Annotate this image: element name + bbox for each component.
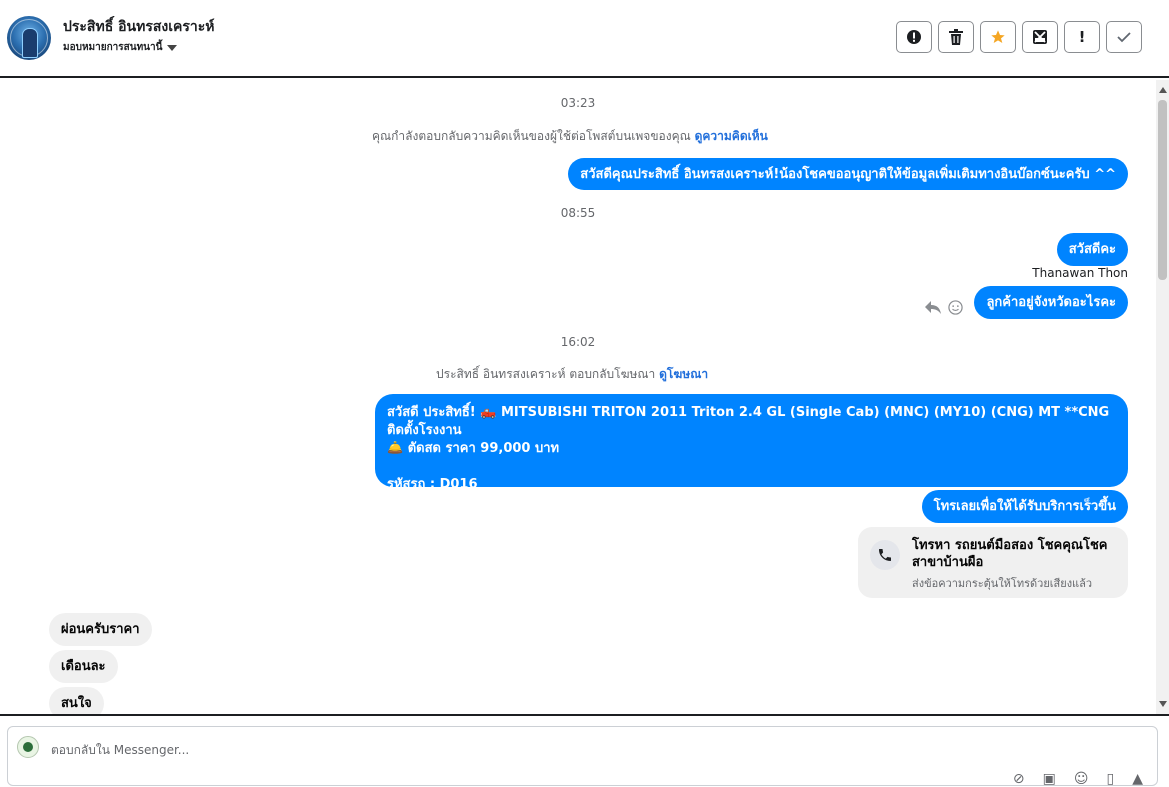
star-button[interactable]	[980, 21, 1016, 53]
important-button[interactable]: !	[1064, 21, 1100, 53]
scroll-thumb[interactable]	[1158, 100, 1167, 280]
mark-done-button[interactable]	[1106, 21, 1142, 53]
view-comment-link[interactable]: ดูความคิดเห็น	[695, 129, 768, 143]
view-ad-link[interactable]: ดูโฆษณา	[659, 367, 708, 381]
mark-spam-button[interactable]	[896, 21, 932, 53]
like-icon[interactable]: ▲	[1132, 771, 1143, 787]
call-request-card[interactable]: โทรหา รถยนต์มือสอง โชคคุณโชค สาขาบ้านผือ…	[858, 527, 1128, 598]
timestamp: 03:23	[560, 96, 596, 110]
reply-placeholder: ตอบกลับใน Messenger...	[51, 743, 190, 757]
exclamation-icon: !	[1078, 28, 1086, 46]
gif-icon[interactable]: ▯	[1107, 771, 1115, 787]
scroll-up-icon[interactable]	[1159, 87, 1167, 93]
caret-down-icon	[167, 44, 178, 51]
header-toolbar: !	[896, 21, 1142, 53]
scroll-down-icon[interactable]	[1159, 701, 1167, 707]
trash-icon	[949, 29, 963, 45]
outgoing-message[interactable]: สวัสดีคะ	[1056, 233, 1128, 266]
incoming-message[interactable]: สนใจ	[49, 687, 104, 714]
outgoing-message[interactable]: สวัสดีคุณประสิทธิ์ อินทรสงเคราะห์!น้องโช…	[568, 158, 1128, 190]
star-icon	[991, 30, 1005, 43]
composer: ตอบกลับใน Messenger... ⊘ ▣ ☺ ▯ ▲	[0, 714, 1169, 787]
emoji-icon[interactable]: ☺	[1074, 771, 1089, 787]
assign-conversation-dropdown[interactable]: มอบหมายการสนทนานี้	[63, 40, 178, 55]
call-card-title: โทรหา รถยนต์มือสอง โชคคุณโชค สาขาบ้านผือ	[912, 538, 1108, 570]
archive-button[interactable]	[1022, 21, 1058, 53]
timestamp: 16:02	[560, 335, 596, 349]
check-icon	[1117, 32, 1131, 43]
call-card-subtitle: ส่งข้อความกระตุ้นให้โทรด้วยเสียงแล้ว	[912, 577, 1093, 590]
archive-icon	[1033, 30, 1047, 44]
outgoing-message[interactable]: ลูกค้าอยู่จังหวัดอะไรคะ	[974, 286, 1128, 319]
system-notice: คุณกำลังตอบกลับความคิดเห็นของผู้ใช้ต่อโพ…	[372, 129, 768, 143]
message-thread[interactable]: 03:23 คุณกำลังตอบกลับความคิดเห็นของผู้ใช…	[0, 80, 1156, 714]
incoming-message[interactable]: ผ่อนครับราคา	[49, 613, 152, 646]
ad-greeting-message[interactable]: สวัสดี ประสิทธิ์! 🛻 MITSUBISHI TRITON 20…	[375, 394, 1128, 492]
contact-avatar[interactable]	[7, 16, 51, 60]
emoji-icon[interactable]	[948, 299, 963, 315]
conversation-header: ประสิทธิ์ อินทรสงเคราะห์ มอบหมายการสนทนา…	[0, 0, 1169, 78]
contact-name[interactable]: ประสิทธิ์ อินทรสงเคราะห์	[63, 16, 215, 38]
composer-tools: ⊘ ▣ ☺ ▯ ▲	[1013, 771, 1143, 787]
assign-label: มอบหมายการสนทนานี้	[63, 42, 163, 53]
saved-reply-icon[interactable]: ▣	[1043, 771, 1056, 787]
thread-scrollbar[interactable]	[1156, 80, 1169, 714]
timestamp: 08:55	[560, 206, 596, 220]
attach-icon[interactable]: ⊘	[1013, 771, 1025, 787]
reply-icon[interactable]	[924, 299, 942, 315]
outgoing-message[interactable]: โทรเลยเพื่อให้ได้รับบริการเร็วขึ้น	[921, 490, 1128, 523]
message-actions	[924, 299, 963, 315]
sender-name: Thanawan Thon	[1032, 266, 1128, 280]
phone-icon	[870, 540, 900, 570]
reply-input[interactable]: ตอบกลับใน Messenger... ⊘ ▣ ☺ ▯ ▲	[7, 726, 1158, 787]
incoming-message[interactable]: เดือนละ	[49, 650, 118, 683]
page-avatar	[17, 736, 39, 758]
spam-icon	[907, 30, 921, 44]
system-notice: ประสิทธิ์ อินทรสงเคราะห์ ตอบกลับโฆษณา ดู…	[436, 367, 709, 381]
delete-button[interactable]	[938, 21, 974, 53]
